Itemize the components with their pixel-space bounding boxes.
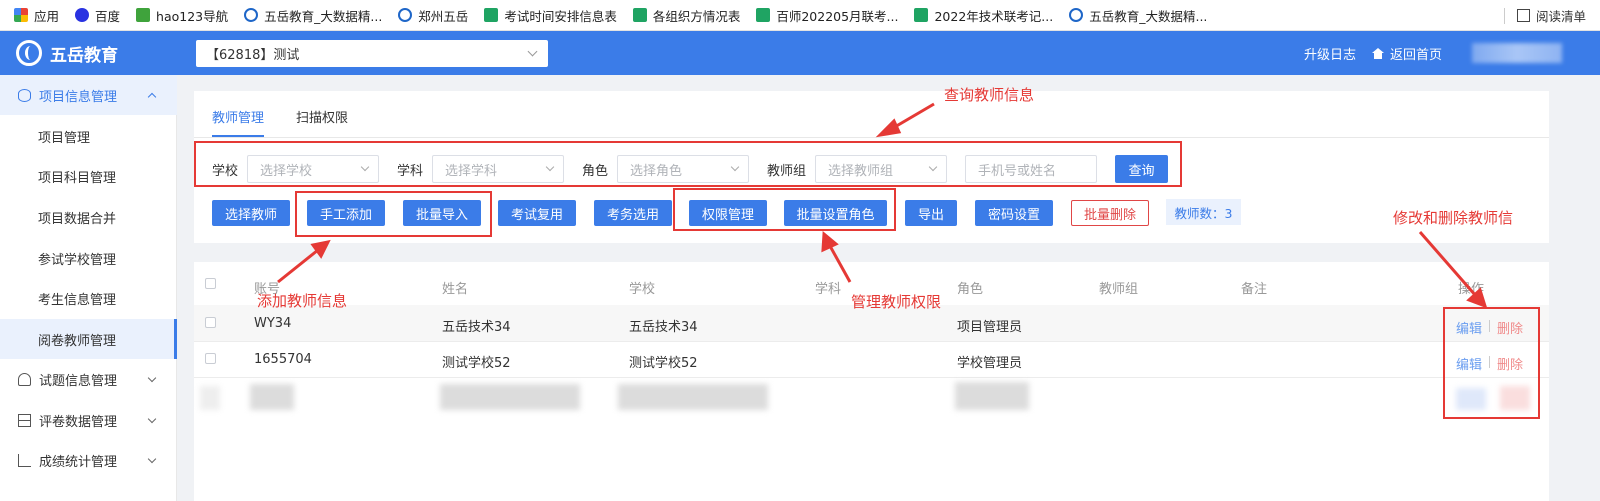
col-actions: 操作	[1458, 282, 1485, 297]
bookmark-baidu[interactable]: 百度	[75, 6, 120, 25]
annotation-add-info: 添加教师信息	[257, 292, 348, 310]
baidu-paw-icon	[75, 8, 90, 22]
sidebar-item-student-info[interactable]: 考生信息管理	[0, 278, 177, 318]
annotation-box-permission	[673, 188, 896, 231]
sheet-icon	[914, 8, 929, 22]
divider	[1503, 7, 1505, 24]
bookmark-apps[interactable]: 应用	[14, 6, 59, 25]
select-all-checkbox[interactable]	[205, 278, 216, 289]
blurred-cell	[955, 382, 1029, 410]
bookmark-wuyue-2[interactable]: 五岳教育_大数据精...	[1069, 6, 1207, 25]
back-home-link[interactable]: 返回首页	[1372, 31, 1442, 75]
wuyue-logo-icon	[1069, 8, 1084, 22]
cell-account: 1655704	[254, 352, 312, 367]
col-note: 备注	[1241, 282, 1268, 297]
cell-school: 五岳技术34	[629, 320, 698, 335]
sidebar-item-project-manage[interactable]: 项目管理	[0, 116, 177, 156]
user-avatar-blurred[interactable]	[1472, 43, 1562, 63]
batch-delete-button[interactable]: 批量删除	[1071, 200, 1149, 226]
sheet-icon	[632, 8, 647, 22]
arrowhead-add	[310, 239, 331, 259]
brand-logo[interactable]: 五岳教育	[16, 39, 118, 67]
sheet-icon	[484, 8, 499, 22]
bookmark-wuyue-1[interactable]: 五岳教育_大数据精...	[244, 6, 382, 25]
col-subject: 学科	[815, 282, 842, 297]
chevron-up-icon	[147, 92, 157, 102]
annotation-edit-delete: 修改和删除教师信	[1393, 209, 1514, 227]
col-name: 姓名	[442, 282, 469, 297]
hao123-icon	[136, 8, 151, 22]
upgrade-log-link[interactable]: 升级日志	[1304, 31, 1356, 75]
wuyue-logo-icon	[244, 8, 259, 22]
bookmarks-bar: 应用 百度 hao123导航 五岳教育_大数据精... 郑州五岳 考试时间安排信…	[0, 0, 1600, 31]
blurred-cell	[618, 384, 768, 410]
affairs-select-button[interactable]: 考务选用	[594, 200, 672, 226]
project-select[interactable]: 【62818】测试	[196, 40, 548, 67]
database-icon	[18, 88, 31, 102]
apps-grid-icon	[14, 8, 28, 22]
chevron-down-icon	[527, 46, 538, 57]
sidebar-item-data-merge[interactable]: 项目数据合并	[0, 197, 177, 237]
annotation-manage-permission: 管理教师权限	[851, 293, 942, 311]
bookmark-exam-schedule[interactable]: 考试时间安排信息表	[484, 6, 617, 25]
sidebar-item-teacher-manage[interactable]: 阅卷教师管理	[0, 319, 177, 359]
bookmark-zhengzhou[interactable]: 郑州五岳	[398, 6, 468, 25]
row-checkbox[interactable]	[205, 353, 216, 364]
row-checkbox[interactable]	[205, 317, 216, 328]
annotation-query-info: 查询教师信息	[944, 86, 1035, 104]
row-divider	[194, 377, 1549, 378]
table-icon	[18, 413, 31, 427]
bookmark-org-table[interactable]: 各组织方情况表	[632, 6, 740, 25]
sidebar-group-grading-data[interactable]: 评卷数据管理	[0, 400, 177, 440]
sheet-icon	[756, 8, 771, 22]
exam-reuse-button[interactable]: 考试复用	[498, 200, 576, 226]
teacher-count-badge: 教师数：3	[1166, 199, 1241, 225]
export-button[interactable]: 导出	[905, 200, 957, 226]
cell-name: 测试学校52	[442, 356, 511, 371]
sidebar: 项目信息管理 项目管理 项目科目管理 项目数据合并 参试学校管理 考生信息管理 …	[0, 75, 177, 501]
bookmark-baishi[interactable]: 百师202205月联考...	[756, 6, 898, 25]
sidebar-group-score-stats[interactable]: 成绩统计管理	[0, 440, 177, 480]
password-setting-button[interactable]: 密码设置	[975, 200, 1053, 226]
cell-school: 测试学校52	[629, 356, 698, 371]
chart-icon	[18, 453, 31, 467]
app-header: 五岳教育 【62818】测试 升级日志 返回首页	[0, 31, 1600, 75]
cell-role: 学校管理员	[957, 356, 1023, 371]
sidebar-group-project-info[interactable]: 项目信息管理	[0, 75, 177, 115]
wuyue-logo-icon	[16, 40, 42, 66]
blurred-cell	[440, 384, 580, 410]
chevron-down-icon	[147, 454, 157, 464]
chevron-down-icon	[147, 373, 157, 383]
row-divider	[194, 341, 1549, 342]
annotation-box-add	[295, 191, 492, 237]
bookmark-hao123[interactable]: hao123导航	[136, 6, 228, 25]
annotation-box-query	[194, 141, 1182, 187]
col-school: 学校	[629, 282, 656, 297]
blurred-cell	[250, 384, 294, 410]
tab-scan-permission[interactable]: 扫描权限	[296, 107, 348, 137]
user-icon	[18, 372, 31, 386]
cell-name: 五岳技术34	[442, 320, 511, 335]
sidebar-group-question-info[interactable]: 试题信息管理	[0, 359, 177, 399]
col-role: 角色	[957, 282, 984, 297]
select-teacher-button[interactable]: 选择教师	[212, 200, 290, 226]
wuyue-logo-icon	[398, 8, 413, 22]
cell-account: WY34	[254, 316, 292, 331]
sidebar-item-project-subject[interactable]: 项目科目管理	[0, 156, 177, 196]
tabs-divider	[194, 137, 1549, 138]
sidebar-item-school-manage[interactable]: 参试学校管理	[0, 238, 177, 278]
tab-teacher-manage[interactable]: 教师管理	[212, 107, 265, 137]
reading-list[interactable]: 阅读清单	[1503, 0, 1586, 31]
col-teacher-group: 教师组	[1099, 282, 1139, 297]
bookmark-2022[interactable]: 2022年技术联考记...	[914, 6, 1053, 25]
annotation-box-edit-delete	[1443, 307, 1540, 419]
reading-list-icon	[1516, 9, 1530, 22]
home-icon	[1372, 47, 1384, 59]
blurred-cell	[200, 386, 220, 410]
chevron-down-icon	[147, 414, 157, 424]
cell-role: 项目管理员	[957, 320, 1023, 335]
